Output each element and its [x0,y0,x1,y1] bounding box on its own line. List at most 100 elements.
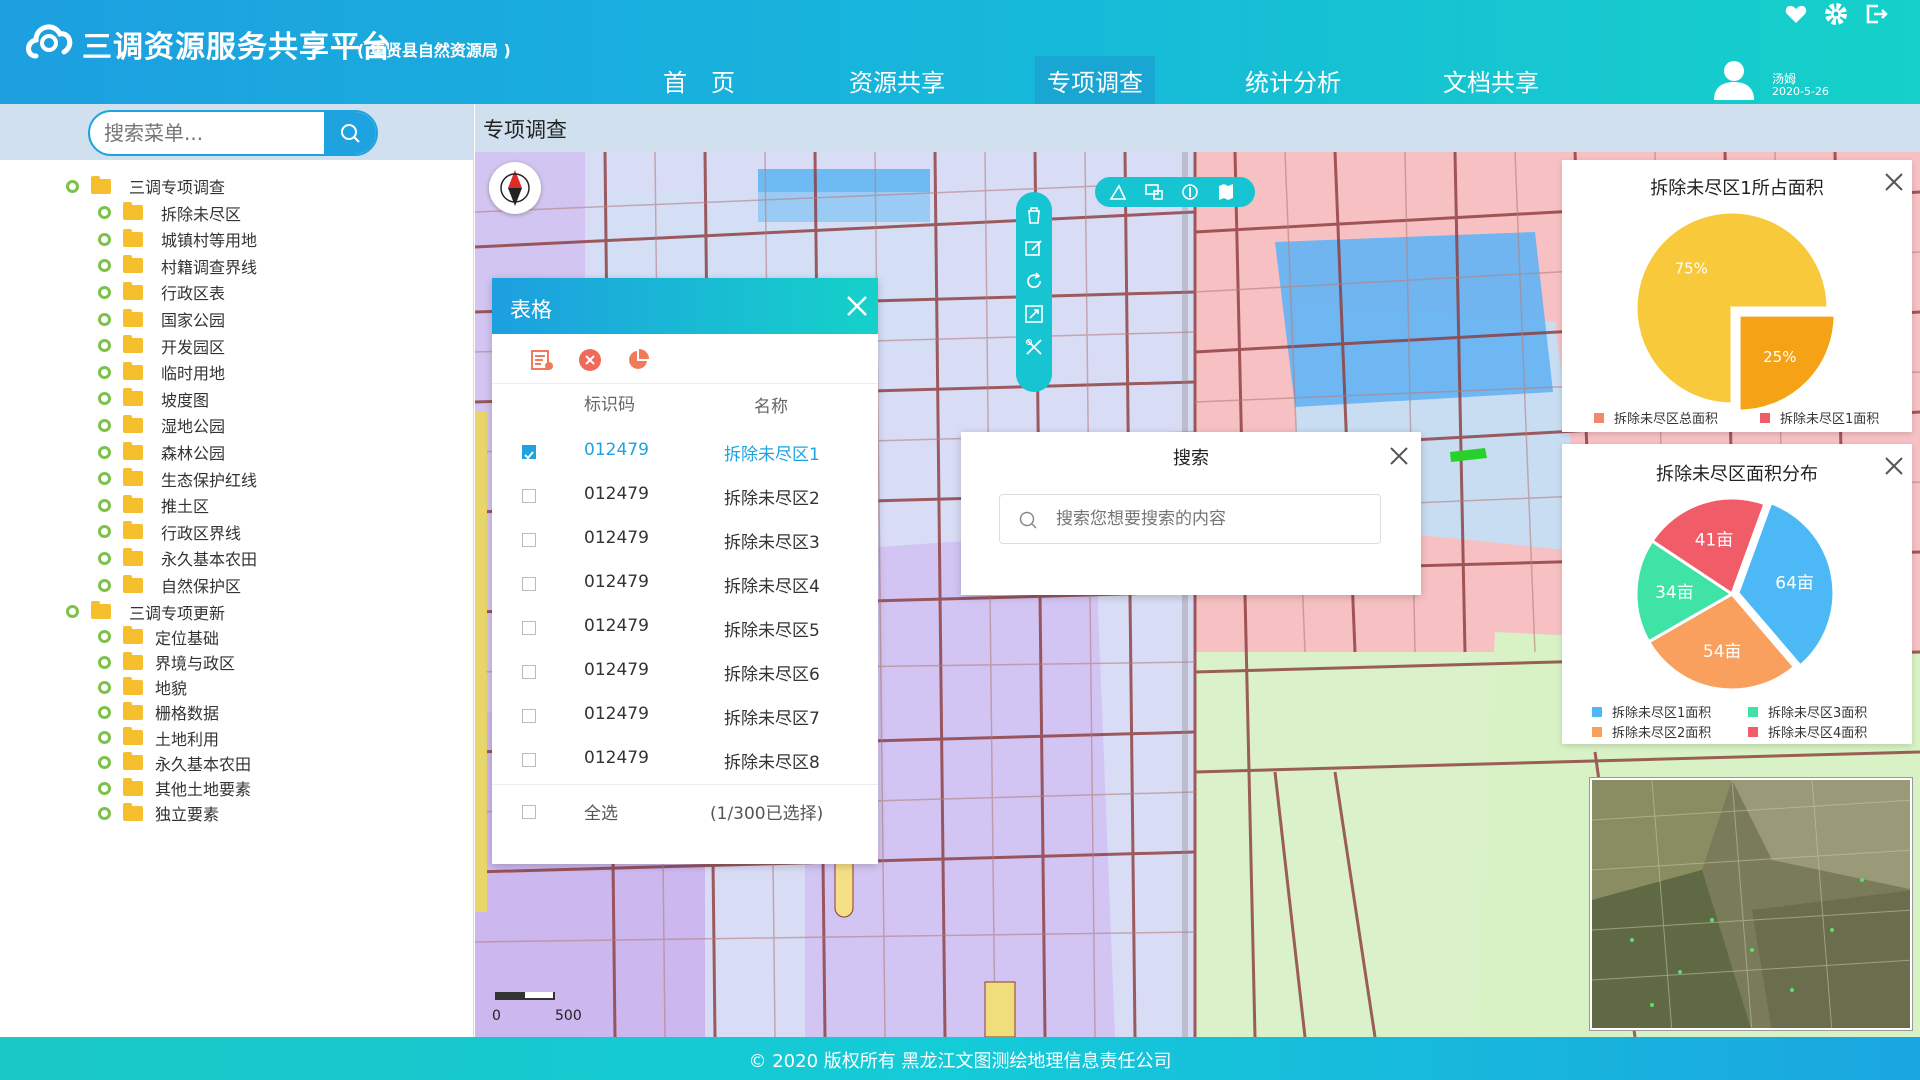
row-checkbox[interactable] [522,577,536,591]
tree-toggle-icon[interactable] [98,312,111,326]
tree-item[interactable]: 土地利用 [98,726,219,750]
heart-icon[interactable] [1784,2,1808,26]
tree-item[interactable]: 界境与政区 [98,650,235,674]
close-icon[interactable] [1389,446,1409,466]
content-header: 专项调查 [475,104,1920,152]
tree-toggle-icon[interactable] [98,285,111,299]
nav-home[interactable]: 首 页 [600,56,798,104]
tree-item[interactable]: 地貌 [98,675,187,699]
tree-toggle-icon[interactable] [98,705,111,719]
refresh-icon[interactable] [1025,272,1043,290]
tree-toggle-icon[interactable] [98,418,111,432]
overview-minimap[interactable] [1590,778,1912,1030]
row-checkbox[interactable] [522,753,536,767]
clear-icon[interactable] [578,348,602,372]
table-row[interactable]: 012479 拆除未尽区2 [492,474,878,518]
tree-item[interactable]: 村籍调查界线 [98,254,257,278]
tree-toggle-icon[interactable] [98,680,111,694]
table-row[interactable]: 012479 拆除未尽区8 [492,738,878,782]
tree-toggle-icon[interactable] [98,498,111,512]
tree-toggle-icon[interactable] [98,365,111,379]
row-name: 拆除未尽区2 [724,489,820,509]
nav-statistics[interactable]: 统计分析 [1194,56,1392,104]
map-book-icon[interactable] [1217,183,1235,201]
tree-item[interactable]: 三调专项更新 [66,600,225,624]
row-checkbox[interactable] [522,489,536,503]
tree-item[interactable]: 生态保护红线 [98,467,257,491]
tree-item[interactable]: 其他土地要素 [98,776,251,800]
user-avatar-icon[interactable] [1712,58,1756,102]
tree-toggle-icon[interactable] [98,578,111,592]
tree-toggle-icon[interactable] [98,655,111,669]
folder-icon [123,281,143,300]
tree-item[interactable]: 行政区界线 [98,520,241,544]
tree-item[interactable]: 栅格数据 [98,700,219,724]
row-checkbox[interactable] [522,445,536,460]
select-all-checkbox[interactable] [522,805,536,819]
pie-chart-icon[interactable] [626,348,650,372]
tree-toggle-icon[interactable] [98,339,111,353]
location-icon[interactable] [1181,183,1199,201]
tree-toggle-icon[interactable] [66,179,79,193]
table-row[interactable]: 012479 拆除未尽区4 [492,562,878,606]
screen-icon[interactable] [1145,183,1163,201]
tree-toggle-icon[interactable] [98,731,111,745]
nav-special-survey[interactable]: 专项调查 [1035,56,1155,104]
tree-item[interactable]: 森林公园 [98,440,225,464]
tree-toggle-icon[interactable] [98,259,111,273]
tree-toggle-icon[interactable] [98,445,111,459]
tree-item[interactable]: 独立要素 [98,801,219,825]
tree-item[interactable]: 拆除未尽区 [98,201,241,225]
tree-item[interactable]: 推土区 [98,493,209,517]
tree-item[interactable]: 定位基础 [98,625,219,649]
tools-icon[interactable] [1025,338,1043,356]
menu-search-button[interactable] [324,112,376,154]
table-row[interactable]: 012479 拆除未尽区5 [492,606,878,650]
table-row[interactable]: 012479 拆除未尽区7 [492,694,878,738]
tree-toggle-icon[interactable] [98,525,111,539]
search-input[interactable] [1056,495,1366,543]
table-export-icon[interactable] [530,348,554,372]
trash-icon[interactable] [1025,206,1043,224]
compass-button[interactable] [489,162,541,214]
row-checkbox[interactable] [522,533,536,547]
tree-toggle-icon[interactable] [98,232,111,246]
menu-search-input[interactable] [90,112,320,154]
tree-item[interactable]: 湿地公园 [98,413,225,437]
tree-toggle-icon[interactable] [98,756,111,770]
tree-toggle-icon[interactable] [98,206,111,220]
close-icon[interactable] [846,295,868,317]
tree-item[interactable]: 永久基本农田 [98,546,257,570]
tree-toggle-icon[interactable] [66,605,79,619]
tree-item[interactable]: 三调专项调查 [66,174,225,198]
tree-item[interactable]: 自然保护区 [98,573,241,597]
tree-toggle-icon[interactable] [98,472,111,486]
row-checkbox[interactable] [522,665,536,679]
tree-item[interactable]: 永久基本农田 [98,751,251,775]
table-row[interactable]: 012479 拆除未尽区3 [492,518,878,562]
row-name: 拆除未尽区1 [724,445,820,465]
tree-item[interactable]: 行政区表 [98,280,225,304]
row-checkbox[interactable] [522,621,536,635]
edit-icon[interactable] [1025,239,1043,257]
table-row[interactable]: 012479 拆除未尽区6 [492,650,878,694]
tree-toggle-icon[interactable] [98,781,111,795]
tree-item[interactable]: 开发园区 [98,334,225,358]
tree-item[interactable]: 城镇村等用地 [98,227,257,251]
draw-area-icon[interactable] [1109,183,1127,201]
tree-toggle-icon[interactable] [98,392,111,406]
tree-item[interactable]: 国家公园 [98,307,225,331]
logout-icon[interactable] [1864,2,1888,26]
fullscreen-icon[interactable] [1025,305,1043,323]
tree-toggle-icon[interactable] [98,551,111,565]
folder-icon [123,335,143,354]
tree-item[interactable]: 坡度图 [98,387,209,411]
nav-resource-share[interactable]: 资源共享 [798,56,996,104]
table-row[interactable]: 012479 拆除未尽区1 [492,430,878,474]
nav-documents[interactable]: 文档共享 [1392,56,1590,104]
tree-toggle-icon[interactable] [98,806,111,820]
gear-icon[interactable] [1824,2,1848,26]
tree-toggle-icon[interactable] [98,630,111,644]
tree-item[interactable]: 临时用地 [98,360,225,384]
row-checkbox[interactable] [522,709,536,723]
